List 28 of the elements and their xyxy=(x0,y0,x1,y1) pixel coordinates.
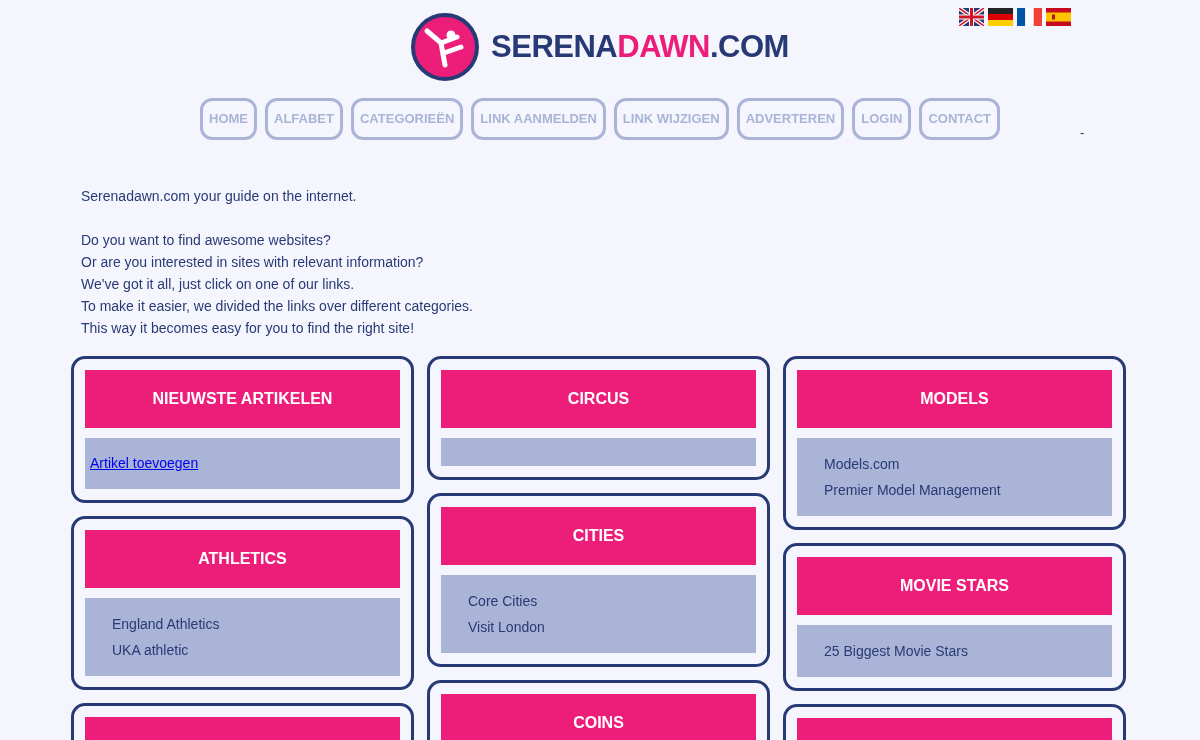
category-link[interactable]: Premier Model Management xyxy=(797,477,1001,503)
category-link[interactable]: UKA athletic xyxy=(85,637,189,663)
intro-text: To make it easier, we divided the links over different categories. xyxy=(81,297,474,316)
category-title: CIRCUS xyxy=(567,389,630,409)
category-title: CITIES xyxy=(572,526,625,546)
german-flag-icon[interactable] xyxy=(988,8,1013,26)
category-title: ATHLETICS xyxy=(198,549,287,569)
nav-separator: - xyxy=(1080,124,1085,142)
logo-icon[interactable] xyxy=(411,13,480,81)
category-title: NIEUWSTE ARTIKELEN xyxy=(152,389,333,409)
category-title: MOVIE STARS xyxy=(899,576,1009,596)
uk-flag-icon[interactable] xyxy=(959,8,984,26)
intro-text: Serenadawn.com your guide on the internet. xyxy=(81,187,358,206)
category-link[interactable]: Visit London xyxy=(441,614,545,640)
intro-text: Do you want to find awesome websites? xyxy=(81,231,332,250)
category-link[interactable]: Models.com xyxy=(797,451,900,477)
logo-text: SERENADAWN.COM xyxy=(491,27,789,66)
category-link[interactable]: Core Cities xyxy=(441,588,538,614)
spanish-flag-icon[interactable] xyxy=(1046,8,1071,26)
category-title: COINS xyxy=(573,713,624,733)
intro-text: Or are you interested in sites with relevant information? xyxy=(81,253,425,272)
category-link[interactable]: England Athletics xyxy=(85,611,220,637)
french-flag-icon[interactable] xyxy=(1017,8,1042,26)
article-link[interactable]: Artikel toevoegen xyxy=(85,451,199,476)
category-title: MODELS xyxy=(920,389,989,409)
category-link[interactable]: 25 Biggest Movie Stars xyxy=(797,638,968,664)
intro-text: We've got it all, just click on one of our links. xyxy=(81,275,356,294)
intro-text: This way it becomes easy for you to find the right site! xyxy=(81,319,416,338)
